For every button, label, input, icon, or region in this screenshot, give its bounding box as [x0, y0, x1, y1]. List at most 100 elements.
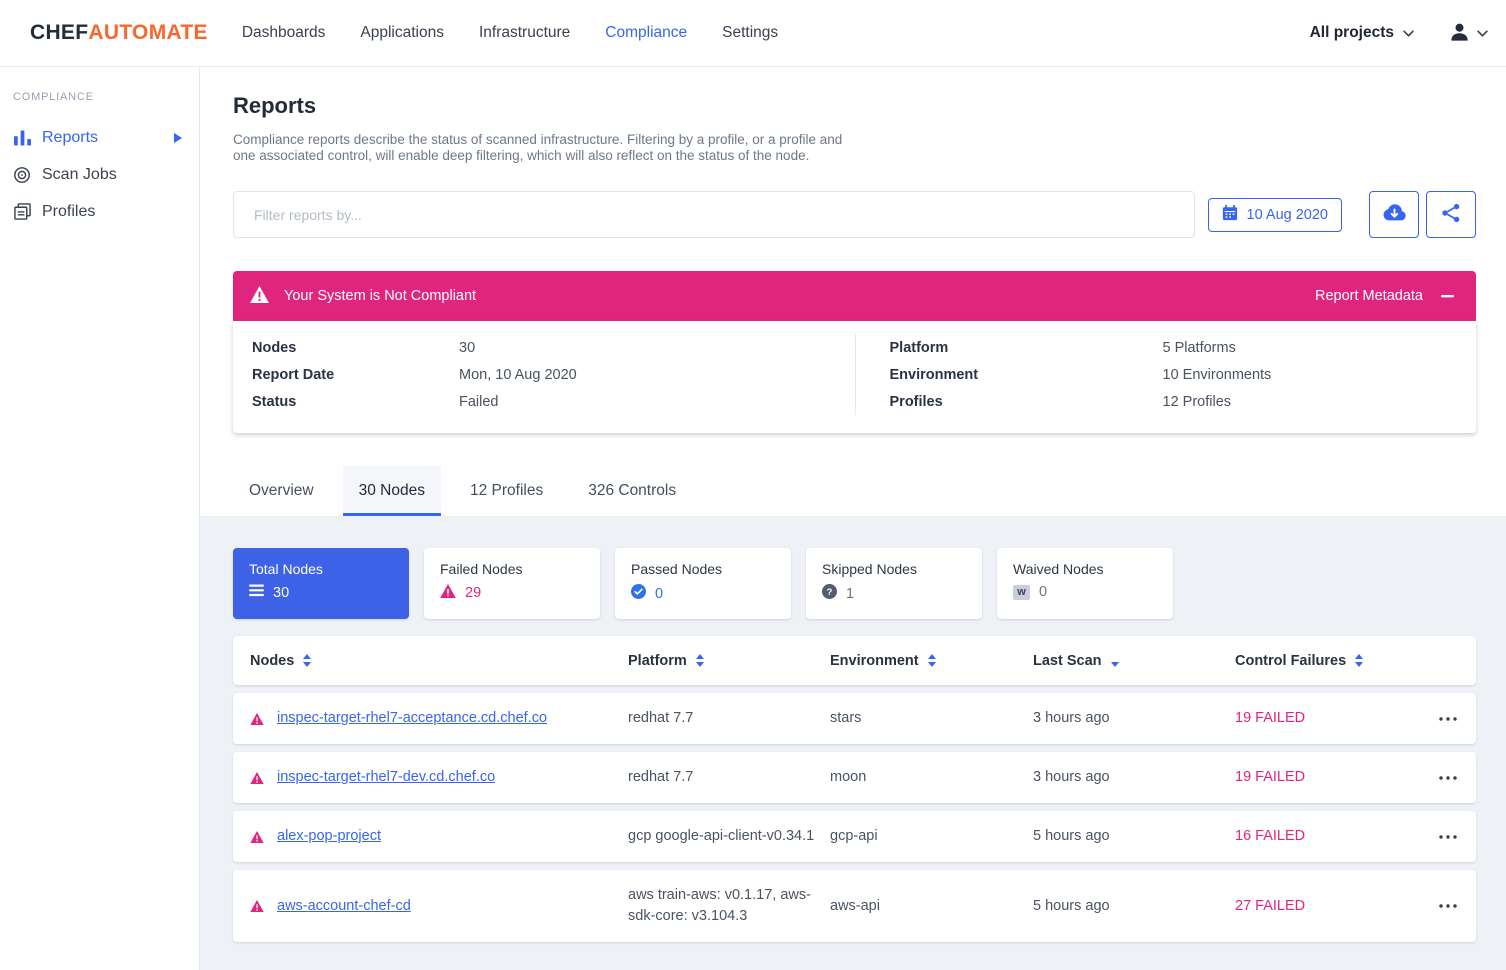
tab-nodes[interactable]: 30 Nodes: [343, 466, 441, 516]
column-header-last-scan[interactable]: Last Scan: [1033, 653, 1235, 669]
control-failures-cell: 16 FAILED: [1235, 826, 1435, 847]
report-metadata-panel: Nodes 30 Report Date Mon, 10 Aug 2020 St…: [233, 321, 1476, 433]
card-value: 29: [465, 585, 481, 601]
metadata-label: Profiles: [890, 394, 1163, 410]
column-header-control-failures[interactable]: Control Failures: [1235, 653, 1435, 669]
card-failed-nodes[interactable]: Failed Nodes 29: [424, 548, 600, 619]
logo-chef-text: CHEF: [30, 21, 88, 44]
control-failures-cell: 19 FAILED: [1235, 708, 1435, 729]
top-nav-right: All projects: [1304, 19, 1494, 47]
card-label: Failed Nodes: [440, 561, 584, 577]
svg-text:?: ?: [827, 587, 833, 597]
compliance-sidebar: COMPLIANCE Reports Scan Jobs Profiles: [0, 67, 200, 970]
compliance-status-banner: Your System is Not Compliant Report Meta…: [233, 271, 1476, 321]
tab-profiles[interactable]: 12 Profiles: [454, 466, 559, 516]
last-scan-cell: 3 hours ago: [1033, 708, 1235, 729]
cloud-download-icon: [1382, 203, 1407, 226]
expand-right-icon[interactable]: [174, 133, 182, 143]
metadata-label: Nodes: [252, 340, 459, 356]
card-total-nodes[interactable]: Total Nodes 30: [233, 548, 409, 619]
bar-chart-icon: [13, 130, 31, 146]
card-label: Total Nodes: [249, 561, 393, 577]
node-link[interactable]: alex-pop-project: [277, 826, 628, 847]
last-scan-cell: 5 hours ago: [1033, 896, 1235, 917]
report-metadata-toggle[interactable]: Report Metadata: [1315, 288, 1423, 304]
column-header-platform[interactable]: Platform: [628, 653, 830, 669]
banner-actions: Report Metadata: [1315, 288, 1454, 304]
nav-settings[interactable]: Settings: [722, 24, 778, 42]
table-row: alex-pop-project gcp google-api-client-v…: [233, 811, 1476, 862]
metadata-value: Mon, 10 Aug 2020: [459, 367, 577, 383]
tab-overview[interactable]: Overview: [233, 466, 330, 516]
metadata-value: 10 Environments: [1163, 367, 1272, 383]
sidebar-item-scan-jobs[interactable]: Scan Jobs: [0, 156, 199, 193]
share-report-button[interactable]: [1426, 191, 1476, 238]
card-passed-nodes[interactable]: Passed Nodes 0: [615, 548, 791, 619]
sidebar-item-profiles[interactable]: Profiles: [0, 193, 199, 230]
chevron-down-icon: [1477, 30, 1488, 37]
node-link[interactable]: inspec-target-rhel7-acceptance.cd.chef.c…: [277, 708, 628, 729]
logo-automate-text: AUTOMATE: [88, 21, 207, 44]
environment-cell: stars: [830, 708, 1033, 729]
metadata-label: Environment: [890, 367, 1163, 383]
nav-compliance[interactable]: Compliance: [605, 24, 687, 42]
user-menu-button[interactable]: [1442, 19, 1494, 47]
card-skipped-nodes[interactable]: Skipped Nodes ? 1: [806, 548, 982, 619]
metadata-value: 5 Platforms: [1163, 340, 1236, 356]
date-picker-label: 10 Aug 2020: [1247, 207, 1328, 223]
user-icon: [1448, 20, 1471, 46]
node-status-cards: Total Nodes 30 Failed Nodes 29: [233, 548, 1476, 619]
projects-filter-label: All projects: [1310, 24, 1394, 42]
sidebar-item-label: Reports: [42, 129, 98, 147]
column-header-environment[interactable]: Environment: [830, 653, 1033, 669]
sidebar-item-label: Scan Jobs: [42, 166, 117, 184]
row-menu-button[interactable]: [1435, 772, 1477, 784]
card-value: 0: [1039, 584, 1047, 600]
row-menu-button[interactable]: [1435, 900, 1477, 912]
row-menu-button[interactable]: [1435, 831, 1477, 843]
node-link[interactable]: aws-account-chef-cd: [277, 896, 628, 917]
filter-reports-input[interactable]: [233, 191, 1195, 238]
metadata-row: Profiles 12 Profiles: [890, 388, 1477, 415]
control-failures-cell: 27 FAILED: [1235, 896, 1435, 917]
platform-cell: redhat 7.7: [628, 708, 830, 729]
tab-controls[interactable]: 326 Controls: [572, 466, 692, 516]
page-description: Compliance reports describe the status o…: [233, 132, 851, 164]
metadata-row: Status Failed: [252, 388, 855, 415]
row-menu-button[interactable]: [1435, 713, 1477, 725]
node-link[interactable]: inspec-target-rhel7-dev.cd.chef.co: [277, 767, 628, 788]
nav-infrastructure[interactable]: Infrastructure: [479, 24, 570, 42]
failed-status-icon: [250, 713, 277, 725]
collapse-icon[interactable]: [1441, 291, 1454, 302]
sort-icon[interactable]: [696, 654, 704, 667]
platform-cell: aws train-aws: v0.1.17, aws-sdk-core: v3…: [628, 885, 830, 927]
sort-desc-icon[interactable]: [1111, 662, 1119, 667]
warning-triangle-icon: [440, 584, 456, 602]
sort-icon[interactable]: [1355, 654, 1363, 667]
card-value: 30: [273, 585, 289, 601]
platform-cell: gcp google-api-client-v0.34.1: [628, 826, 830, 847]
card-value: 1: [846, 586, 854, 602]
calendar-icon: [1222, 205, 1238, 225]
platform-cell: redhat 7.7: [628, 767, 830, 788]
nodes-table-header: Nodes Platform Environment Last Scan Con…: [233, 636, 1476, 685]
share-icon: [1441, 203, 1461, 226]
main-nav: Dashboards Applications Infrastructure C…: [242, 24, 778, 42]
projects-filter-button[interactable]: All projects: [1304, 23, 1420, 43]
column-header-nodes[interactable]: Nodes: [250, 653, 628, 669]
metadata-value: 30: [459, 340, 475, 356]
check-circle-icon: [631, 584, 646, 603]
last-scan-cell: 3 hours ago: [1033, 767, 1235, 788]
nav-dashboards[interactable]: Dashboards: [242, 24, 326, 42]
nav-applications[interactable]: Applications: [360, 24, 444, 42]
sort-icon[interactable]: [303, 654, 311, 667]
date-picker-button[interactable]: 10 Aug 2020: [1208, 198, 1342, 232]
card-waived-nodes[interactable]: Waived Nodes w 0: [997, 548, 1173, 619]
sidebar-section-label: COMPLIANCE: [0, 91, 199, 103]
chef-automate-logo[interactable]: CHEFAUTOMATE: [30, 21, 208, 45]
sort-icon[interactable]: [928, 654, 936, 667]
download-report-button[interactable]: [1369, 191, 1419, 238]
failed-status-icon: [250, 900, 277, 912]
sidebar-item-reports[interactable]: Reports: [0, 119, 199, 156]
metadata-row: Nodes 30: [252, 334, 855, 361]
